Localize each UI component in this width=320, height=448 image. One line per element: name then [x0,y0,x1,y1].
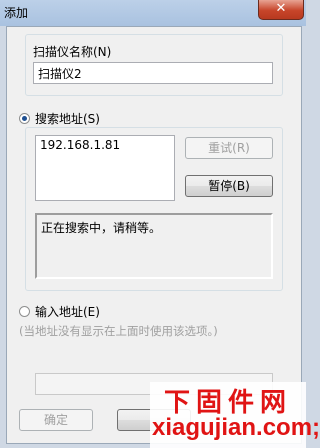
watermark: 下固件网 xiagujian.com; [150,382,320,448]
search-result-item[interactable]: 192.168.1.81 [40,138,170,152]
search-address-radio[interactable] [19,113,30,124]
watermark-line2: xiagujian.com; [152,414,320,441]
scanner-name-label: 扫描仪名称(N) [33,45,112,59]
title-bar: 添加 ✕ [0,0,306,26]
window-title: 添加 [4,6,29,20]
close-button[interactable]: ✕ [258,0,304,20]
search-status-box: 正在搜索中，请稍等。 [35,213,273,279]
pause-button[interactable]: 暂停(B) [185,175,273,197]
search-results-list[interactable]: 192.168.1.81 [35,135,175,201]
input-address-label[interactable]: 输入地址(E) [35,303,100,320]
scanner-name-input[interactable]: 扫描仪2 [33,62,273,84]
close-icon: ✕ [275,1,287,16]
retry-button[interactable]: 重试(R) [185,137,273,159]
input-address-radio[interactable] [19,306,30,317]
search-address-label[interactable]: 搜索地址(S) [35,110,100,127]
input-address-hint: (当地址没有显示在上面时使用该选项。) [19,324,218,338]
ok-button[interactable]: 确定 [19,409,93,431]
search-status-text: 正在搜索中，请稍等。 [41,221,162,235]
